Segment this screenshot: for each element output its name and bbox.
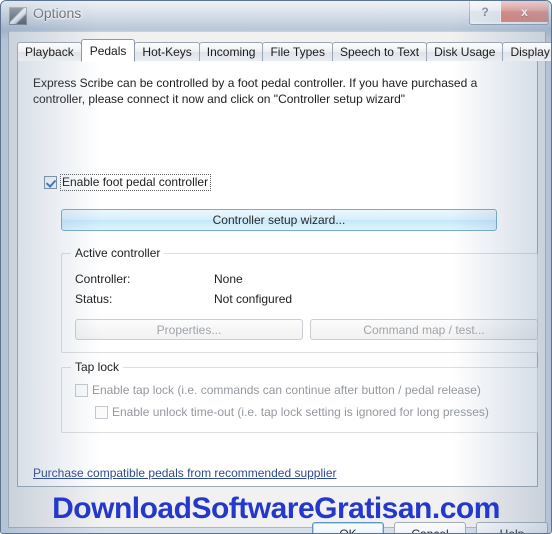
checkbox-indicator — [95, 405, 108, 419]
checkbox-indicator — [44, 176, 57, 189]
enable-tap-lock-checkbox[interactable]: Enable tap lock (i.e. commands can conti… — [75, 383, 481, 397]
pedals-description: Express Scribe can be controlled by a fo… — [33, 76, 478, 106]
status-value: Not configured — [214, 292, 293, 306]
tab-playback[interactable]: Playback — [17, 42, 82, 61]
command-map-test-button[interactable]: Command map / test... — [310, 319, 538, 340]
enable-foot-pedal-label: Enable foot pedal controller — [60, 174, 212, 191]
properties-button[interactable]: Properties... — [75, 319, 303, 340]
options-dialog-window: Options ? x Playback Pedals Hot-Keys Inc… — [0, 0, 552, 534]
title-bar: Options ? x — [1, 1, 551, 31]
pen-icon — [9, 7, 27, 25]
checkbox-indicator — [75, 383, 88, 397]
ok-button[interactable]: OK — [312, 522, 384, 533]
controller-label: Controller: — [75, 272, 131, 286]
enable-unlock-timeout-checkbox[interactable]: Enable unlock time-out (i.e. tap lock se… — [95, 405, 489, 419]
help-button-footer[interactable]: Help — [476, 522, 548, 533]
controller-value: None — [214, 272, 243, 286]
cancel-button[interactable]: Cancel — [394, 522, 466, 533]
screenshot-root: Options ? x Playback Pedals Hot-Keys Inc… — [0, 0, 552, 534]
enable-foot-pedal-checkbox[interactable]: Enable foot pedal controller — [44, 174, 212, 191]
tab-hot-keys[interactable]: Hot-Keys — [134, 42, 200, 61]
tab-strip: Playback Pedals Hot-Keys Incoming File T… — [17, 39, 551, 62]
tap-lock-group: Tap lock — [61, 360, 538, 433]
tap-lock-group-title: Tap lock — [71, 360, 124, 374]
controller-setup-wizard-button[interactable]: Controller setup wizard... — [61, 209, 497, 231]
tab-display[interactable]: Display — [502, 42, 551, 61]
window-controls: ? x — [469, 1, 549, 25]
pedals-tab-page: Express Scribe can be controlled by a fo… — [17, 60, 538, 487]
tab-file-types[interactable]: File Types — [262, 42, 333, 61]
tab-incoming[interactable]: Incoming — [198, 42, 264, 61]
window-title: Options — [33, 5, 82, 21]
tab-pedals[interactable]: Pedals — [80, 39, 136, 62]
purchase-pedals-link[interactable]: Purchase compatible pedals from recommen… — [33, 466, 337, 480]
dialog-client-area: Playback Pedals Hot-Keys Incoming File T… — [8, 31, 551, 533]
enable-unlock-timeout-label: Enable unlock time-out (i.e. tap lock se… — [112, 405, 489, 419]
tab-disk-usage[interactable]: Disk Usage — [426, 42, 504, 61]
enable-tap-lock-label: Enable tap lock (i.e. commands can conti… — [92, 383, 481, 397]
tab-speech-to-text[interactable]: Speech to Text — [331, 42, 428, 61]
status-label: Status: — [75, 292, 113, 306]
help-button[interactable]: ? — [470, 1, 501, 22]
close-icon[interactable]: x — [501, 1, 548, 22]
active-controller-group-title: Active controller — [71, 246, 165, 260]
